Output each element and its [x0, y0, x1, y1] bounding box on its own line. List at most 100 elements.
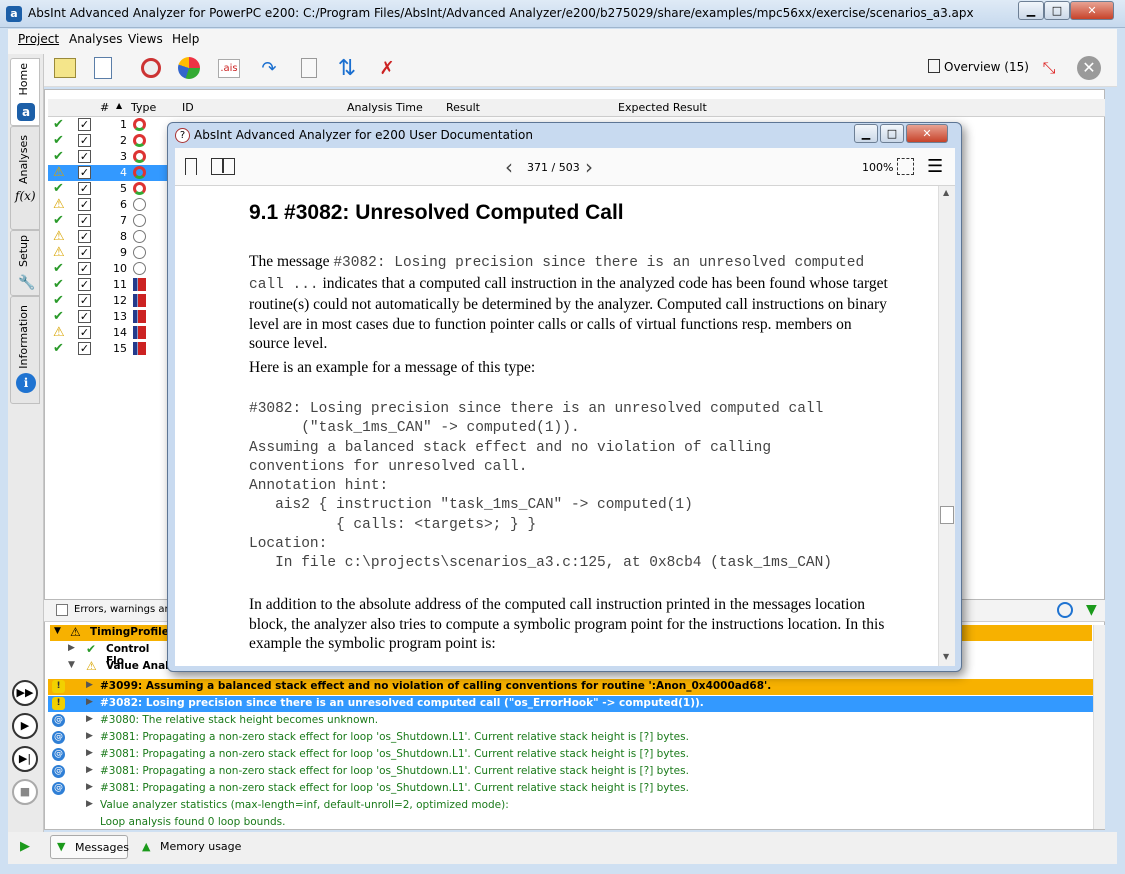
col-result[interactable]: Result [446, 101, 480, 114]
message-row[interactable]: ▶ Value analyzer statistics (max-length=i… [48, 798, 1094, 814]
expand-arrow-icon[interactable]: ▶ [86, 765, 93, 775]
tab-information[interactable]: Information i [10, 296, 40, 404]
message-row[interactable]: ! ▶ #3099: Assuming a balanced stack effec… [48, 679, 1094, 695]
row-checkbox[interactable]: ✓ [78, 134, 91, 147]
tab-home[interactable]: Home a [10, 58, 40, 126]
table-row[interactable]: ✔ ✓ 11 [48, 277, 168, 293]
row-checkbox[interactable]: ✓ [78, 342, 91, 355]
tab-analyses[interactable]: Analyses f(x) [10, 126, 40, 230]
menu-views[interactable]: Views [128, 32, 163, 46]
row-checkbox[interactable]: ✓ [78, 118, 91, 131]
scroll-down-icon[interactable]: ▼ [943, 652, 949, 661]
tree-control-flow-row[interactable]: ▶ ✔ Control Flo [50, 642, 170, 667]
expand-arrow-icon[interactable]: ▶ [86, 714, 93, 724]
table-row[interactable]: ✔ ✓ 2 [48, 133, 168, 149]
table-row[interactable]: ⚠ ✓ 4 [48, 165, 168, 181]
table-row[interactable]: ✔ ✓ 1 [48, 117, 168, 133]
row-checkbox[interactable]: ✓ [78, 294, 91, 307]
scroll-thumb[interactable] [940, 506, 954, 524]
gauge-icon[interactable] [136, 53, 166, 83]
col-type[interactable]: Type [131, 101, 156, 114]
message-row[interactable]: @ ▶ #3081: Propagating a non-zero stack ef… [48, 730, 1094, 746]
dialog-minimize-button[interactable]: ▁ [854, 124, 878, 143]
maximize-button[interactable]: □ [1044, 1, 1070, 20]
pdf-scrollbar[interactable]: ▲ ▼ [938, 186, 955, 666]
close-circle-icon[interactable]: ✕ [1074, 53, 1104, 83]
row-checkbox[interactable]: ✓ [78, 310, 91, 323]
collapse-arrow-icon[interactable]: ▶ [68, 643, 75, 653]
tree-value-analysis-row[interactable]: ▼ ⚠ Value Anal [50, 659, 170, 675]
memory-usage-label[interactable]: Memory usage [160, 840, 241, 853]
step-button[interactable]: ▶| [12, 746, 38, 772]
row-checkbox[interactable]: ✓ [78, 278, 91, 291]
page-indicator[interactable]: 371 / 503 [527, 161, 580, 174]
message-row[interactable]: @ ▶ #3080: The relative stack height becom… [48, 713, 1094, 729]
table-row[interactable]: ✔ ✓ 12 [48, 293, 168, 309]
overview-button[interactable]: Overview (15) [928, 59, 1029, 74]
clock-icon[interactable] [1057, 602, 1073, 618]
row-checkbox[interactable]: ✓ [78, 326, 91, 339]
row-checkbox[interactable]: ✓ [78, 166, 91, 179]
table-row[interactable]: ⚠ ✓ 9 [48, 245, 168, 261]
table-row[interactable]: ⚠ ✓ 6 [48, 197, 168, 213]
row-checkbox[interactable]: ✓ [78, 214, 91, 227]
run-icon[interactable]: ▶ [20, 839, 30, 854]
expand-arrow-icon[interactable]: ▶ [86, 799, 93, 809]
step-into-icon[interactable]: ↷ [254, 53, 284, 83]
next-page-icon[interactable]: › [585, 155, 593, 179]
expand-arrow-icon[interactable]: ▶ [86, 697, 93, 707]
fullscreen-icon[interactable]: ⤡ [1034, 53, 1064, 83]
scroll-up-icon[interactable]: ▲ [943, 188, 949, 197]
fast-forward-button[interactable]: ▶▶ [12, 680, 38, 706]
minimize-button[interactable]: ▁ [1018, 1, 1044, 20]
document-list-icon[interactable] [88, 53, 118, 83]
table-row[interactable]: ✔ ✓ 10 [48, 261, 168, 277]
col-id[interactable]: ID [182, 101, 194, 114]
dialog-maximize-button[interactable]: □ [880, 124, 904, 143]
message-row[interactable]: @ ▶ #3081: Propagating a non-zero stack ef… [48, 764, 1094, 780]
ais-file-icon[interactable]: .ais [214, 53, 244, 83]
project-tree-icon[interactable] [50, 53, 80, 83]
clean-icon[interactable]: ✗ [372, 53, 402, 83]
zoom-level[interactable]: 100% [862, 161, 893, 174]
row-checkbox[interactable]: ✓ [78, 150, 91, 163]
table-row[interactable]: ✔ ✓ 7 [48, 213, 168, 229]
menu-project[interactable]: Project [18, 32, 59, 46]
row-checkbox[interactable]: ✓ [78, 182, 91, 195]
table-row[interactable]: ✔ ✓ 15 [48, 341, 168, 357]
col-num[interactable]: # [100, 101, 109, 114]
row-checkbox[interactable]: ✓ [78, 246, 91, 259]
fit-page-icon[interactable] [897, 158, 914, 175]
expand-arrow-icon[interactable]: ▶ [86, 782, 93, 792]
bookmark-icon[interactable] [185, 158, 197, 175]
table-row[interactable]: ✔ ✓ 5 [48, 181, 168, 197]
table-row[interactable]: ⚠ ✓ 14 [48, 325, 168, 341]
message-row[interactable]: Loop analysis found 0 loop bounds. [48, 815, 1094, 831]
col-analysis-time[interactable]: Analysis Time [347, 101, 423, 114]
expand-arrow-icon[interactable]: ▶ [86, 680, 93, 690]
col-expected-result[interactable]: Expected Result [618, 101, 707, 114]
expand-arrow-icon[interactable]: ▶ [86, 731, 93, 741]
play-button[interactable]: ▶ [12, 713, 38, 739]
tab-setup[interactable]: Setup 🔧 [10, 230, 40, 296]
row-checkbox[interactable]: ✓ [78, 198, 91, 211]
collapse-down-icon[interactable]: ▼ [1086, 602, 1097, 618]
row-checkbox[interactable]: ✓ [78, 230, 91, 243]
stop-button[interactable]: ■ [12, 779, 38, 805]
table-row[interactable]: ✔ ✓ 13 [48, 309, 168, 325]
expand-arrow-icon[interactable]: ▼ [68, 660, 75, 670]
menu-analyses[interactable]: Analyses [69, 32, 123, 46]
row-checkbox[interactable]: ✓ [78, 262, 91, 275]
menu-icon[interactable]: ☰ [927, 156, 943, 177]
table-row[interactable]: ⚠ ✓ 8 [48, 229, 168, 245]
two-page-icon[interactable] [211, 158, 235, 175]
previous-page-icon[interactable]: ‹ [505, 155, 513, 179]
message-row[interactable]: @ ▶ #3081: Propagating a non-zero stack ef… [48, 747, 1094, 763]
menu-help[interactable]: Help [172, 32, 199, 46]
messages-scrollbar[interactable] [1093, 625, 1105, 829]
expand-arrow-icon[interactable]: ▼ [54, 626, 61, 636]
message-row[interactable]: @ ▶ #3081: Propagating a non-zero stack ef… [48, 781, 1094, 797]
messages-tab-button[interactable]: ▼ Messages [50, 835, 129, 859]
close-button[interactable]: ✕ [1070, 1, 1114, 20]
refresh-icon[interactable]: ⇅ [332, 53, 362, 83]
